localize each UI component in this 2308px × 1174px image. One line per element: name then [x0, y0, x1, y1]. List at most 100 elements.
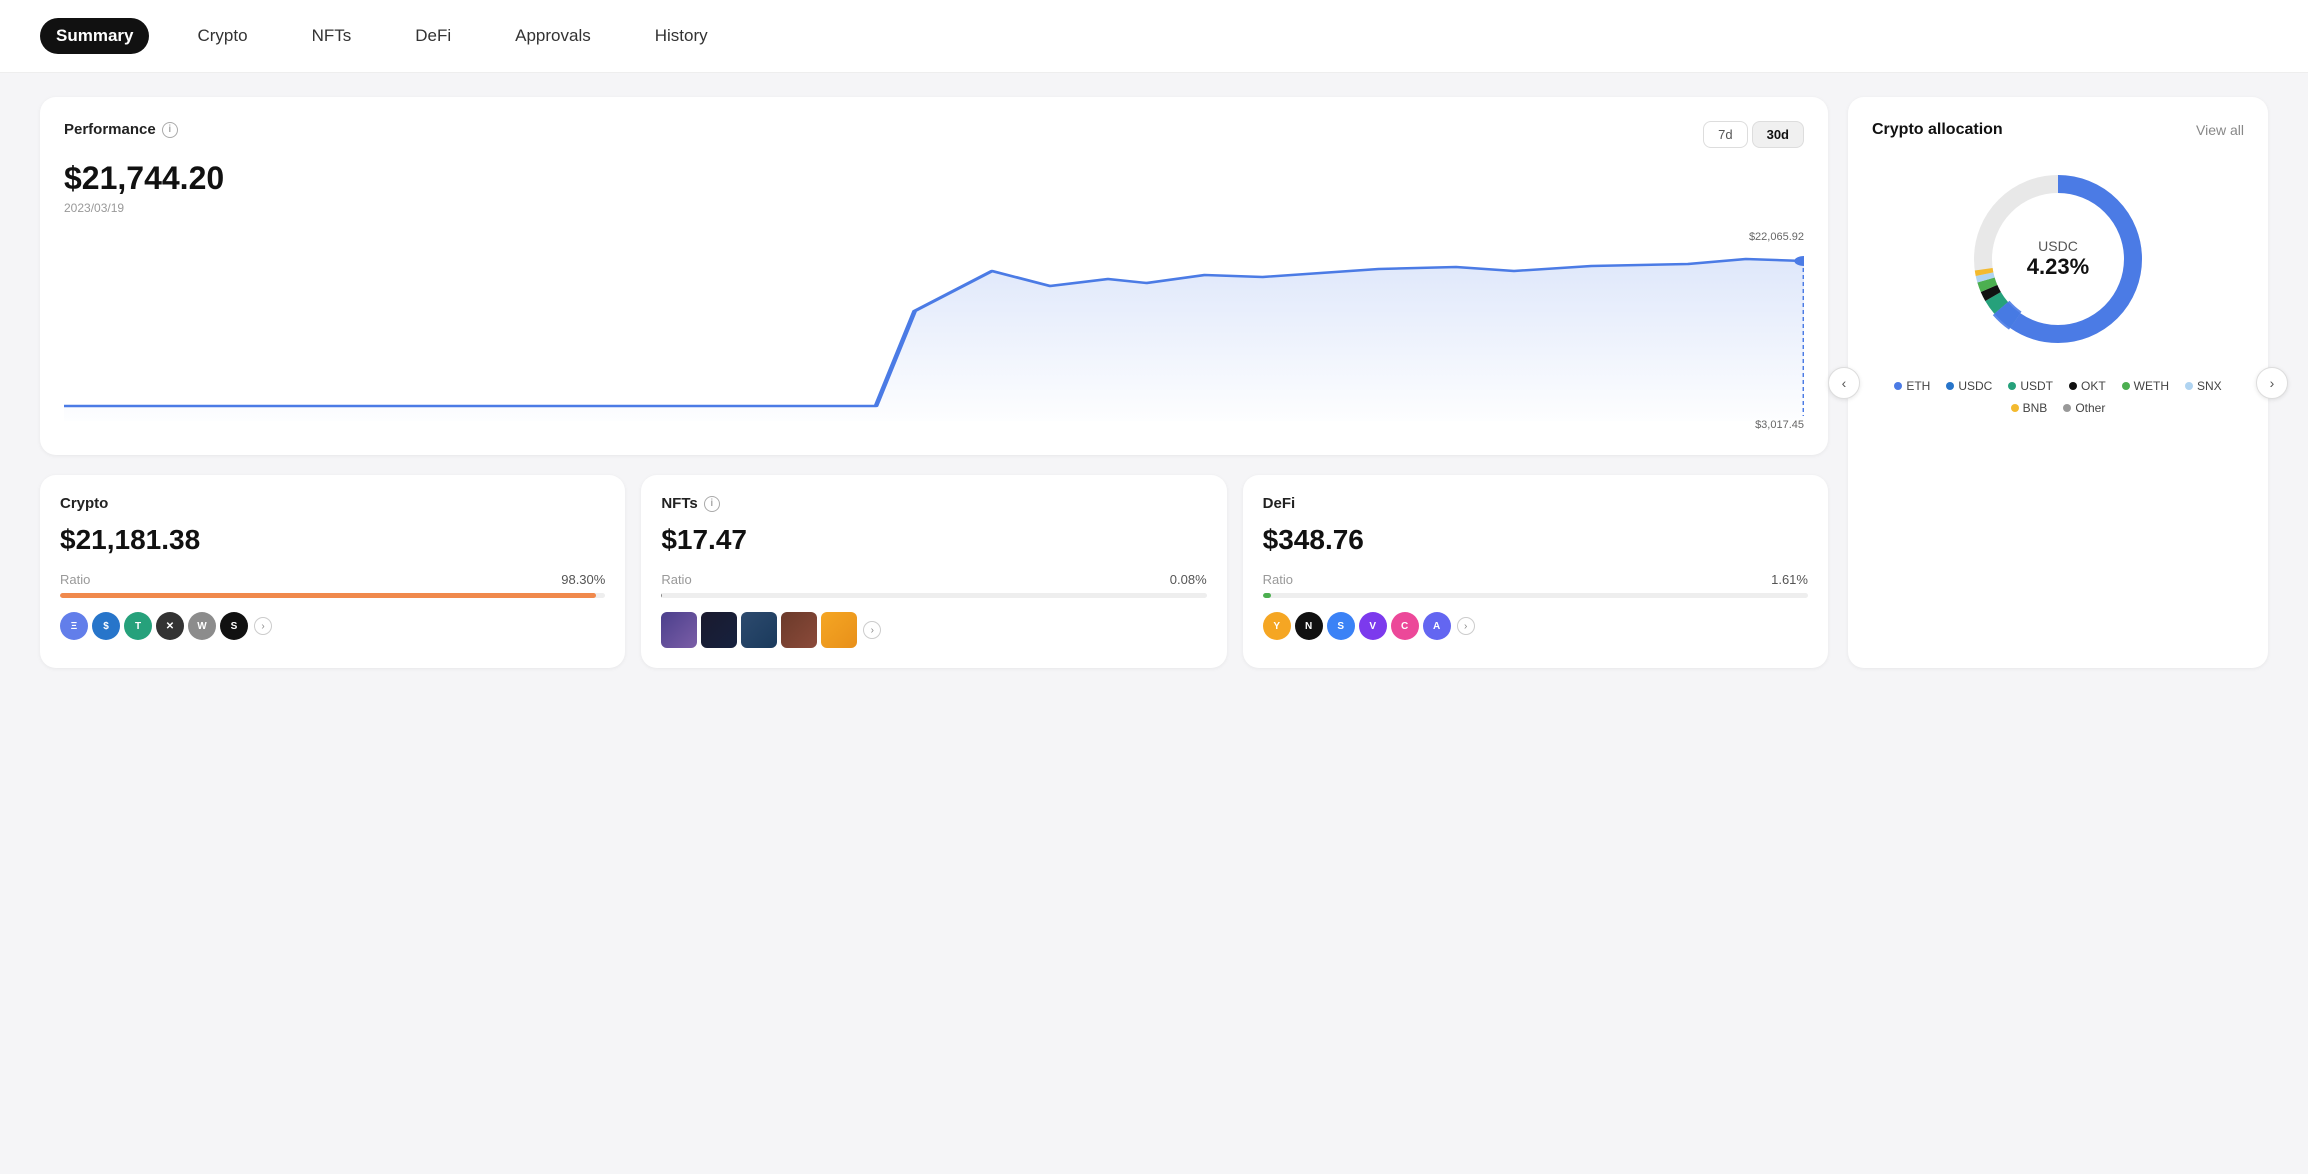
- allocation-header: Crypto allocation View all: [1872, 121, 2244, 139]
- legend-dot-usdt: [2008, 382, 2016, 390]
- crypto-card-value: $21,181.38: [60, 524, 605, 556]
- legend-dot-other: [2063, 404, 2071, 412]
- performance-chart: $22,065.92 $3,017.45: [64, 231, 1804, 431]
- legend-snx: SNX: [2185, 379, 2222, 393]
- main-content: Performance i 7d 30d $21,744.20 2023/03/…: [0, 73, 2308, 692]
- legend-usdt: USDT: [2008, 379, 2053, 393]
- navigation: Summary Crypto NFTs DeFi Approvals Histo…: [0, 0, 2308, 73]
- crypto-ratio-value: 98.30%: [561, 572, 605, 587]
- crypto-chevron[interactable]: ›: [254, 617, 272, 635]
- defi-ratio-row: Ratio 1.61%: [1263, 572, 1808, 587]
- crypto-progress-bar: [60, 593, 605, 598]
- legend-okt: OKT: [2069, 379, 2106, 393]
- defi-token-4: V: [1359, 612, 1387, 640]
- defi-card-title: DeFi: [1263, 495, 1808, 512]
- defi-progress-fill: [1263, 593, 1272, 598]
- crypto-progress-fill: [60, 593, 596, 598]
- nav-item-history[interactable]: History: [639, 18, 724, 54]
- nav-item-approvals[interactable]: Approvals: [499, 18, 607, 54]
- legend-dot-eth: [1894, 382, 1902, 390]
- allocation-card: ‹ › Crypto allocation View all: [1848, 97, 2268, 668]
- defi-token-1: Y: [1263, 612, 1291, 640]
- chart-high-label: $22,065.92: [1749, 231, 1804, 243]
- legend-label-snx: SNX: [2197, 379, 2222, 393]
- time-btn-30d[interactable]: 30d: [1752, 121, 1804, 148]
- nft-thumb-4: [781, 612, 817, 648]
- legend-label-bnb: BNB: [2023, 401, 2048, 415]
- token-eth: Ξ: [60, 612, 88, 640]
- performance-title: Performance i: [64, 121, 178, 138]
- nfts-thumbnail-row: ›: [661, 612, 1206, 648]
- legend-dot-bnb: [2011, 404, 2019, 412]
- time-btn-7d[interactable]: 7d: [1703, 121, 1747, 148]
- nfts-info-icon[interactable]: i: [704, 496, 720, 512]
- legend-dot-snx: [2185, 382, 2193, 390]
- defi-token-3: S: [1327, 612, 1355, 640]
- nav-item-defi[interactable]: DeFi: [399, 18, 467, 54]
- legend-label-usdt: USDT: [2020, 379, 2053, 393]
- performance-info-icon[interactable]: i: [162, 122, 178, 138]
- bottom-cards: Crypto $21,181.38 Ratio 98.30% Ξ $ T ✕ W…: [40, 475, 1828, 668]
- nfts-chevron[interactable]: ›: [863, 621, 881, 639]
- allocation-legend: ETH USDC USDT OKT WETH SNX: [1872, 379, 2244, 415]
- allocation-prev-arrow[interactable]: ‹: [1828, 367, 1860, 399]
- legend-eth: ETH: [1894, 379, 1930, 393]
- nfts-ratio-label: Ratio: [661, 572, 691, 587]
- nft-thumb-3: [741, 612, 777, 648]
- legend-dot-usdc: [1946, 382, 1954, 390]
- defi-chevron[interactable]: ›: [1457, 617, 1475, 635]
- legend-label-okt: OKT: [2081, 379, 2106, 393]
- nfts-card-value: $17.47: [661, 524, 1206, 556]
- legend-label-other: Other: [2075, 401, 2105, 415]
- donut-center: USDC 4.23%: [2027, 238, 2089, 280]
- defi-ratio-value: 1.61%: [1771, 572, 1808, 587]
- defi-token-5: C: [1391, 612, 1419, 640]
- token-usdt: T: [124, 612, 152, 640]
- nfts-ratio-value: 0.08%: [1170, 572, 1207, 587]
- chart-low-label: $3,017.45: [1755, 419, 1804, 431]
- performance-card: Performance i 7d 30d $21,744.20 2023/03/…: [40, 97, 1828, 455]
- allocation-next-arrow[interactable]: ›: [2256, 367, 2288, 399]
- defi-ratio-label: Ratio: [1263, 572, 1293, 587]
- view-all-button[interactable]: View all: [2196, 122, 2244, 138]
- token-usdc: $: [92, 612, 120, 640]
- defi-token-row: Y N S V C A ›: [1263, 612, 1808, 640]
- nav-item-crypto[interactable]: Crypto: [181, 18, 263, 54]
- performance-header: Performance i 7d 30d: [64, 121, 1804, 148]
- performance-value: $21,744.20: [64, 160, 1804, 197]
- allocation-title: Crypto allocation: [1872, 121, 2003, 139]
- legend-other: Other: [2063, 401, 2105, 415]
- crypto-ratio-row: Ratio 98.30%: [60, 572, 605, 587]
- donut-label: USDC: [2027, 238, 2089, 254]
- legend-bnb: BNB: [2011, 401, 2048, 415]
- legend-label-weth: WETH: [2134, 379, 2169, 393]
- defi-card-value: $348.76: [1263, 524, 1808, 556]
- defi-token-2: N: [1295, 612, 1323, 640]
- crypto-ratio-label: Ratio: [60, 572, 90, 587]
- crypto-token-row: Ξ $ T ✕ W S ›: [60, 612, 605, 640]
- legend-dot-weth: [2122, 382, 2130, 390]
- nfts-card: NFTs i $17.47 Ratio 0.08% ›: [641, 475, 1226, 668]
- nfts-card-title: NFTs i: [661, 495, 1206, 512]
- nfts-title-text: NFTs: [661, 495, 697, 512]
- legend-label-eth: ETH: [1906, 379, 1930, 393]
- performance-date: 2023/03/19: [64, 201, 1804, 215]
- nfts-progress-bar: [661, 593, 1206, 598]
- chart-svg: [64, 231, 1804, 421]
- crypto-card-title: Crypto: [60, 495, 605, 512]
- nfts-ratio-row: Ratio 0.08%: [661, 572, 1206, 587]
- legend-weth: WETH: [2122, 379, 2169, 393]
- donut-percent: 4.23%: [2027, 254, 2089, 280]
- donut-chart-wrapper: USDC 4.23%: [1872, 159, 2244, 359]
- performance-title-text: Performance: [64, 121, 156, 138]
- time-buttons: 7d 30d: [1703, 121, 1804, 148]
- nav-item-summary[interactable]: Summary: [40, 18, 149, 54]
- crypto-card: Crypto $21,181.38 Ratio 98.30% Ξ $ T ✕ W…: [40, 475, 625, 668]
- nft-thumb-2: [701, 612, 737, 648]
- legend-label-usdc: USDC: [1958, 379, 1992, 393]
- defi-card: DeFi $348.76 Ratio 1.61% Y N S V C A ›: [1243, 475, 1828, 668]
- defi-token-6: A: [1423, 612, 1451, 640]
- token-weth: W: [188, 612, 216, 640]
- nav-item-nfts[interactable]: NFTs: [296, 18, 368, 54]
- legend-usdc: USDC: [1946, 379, 1992, 393]
